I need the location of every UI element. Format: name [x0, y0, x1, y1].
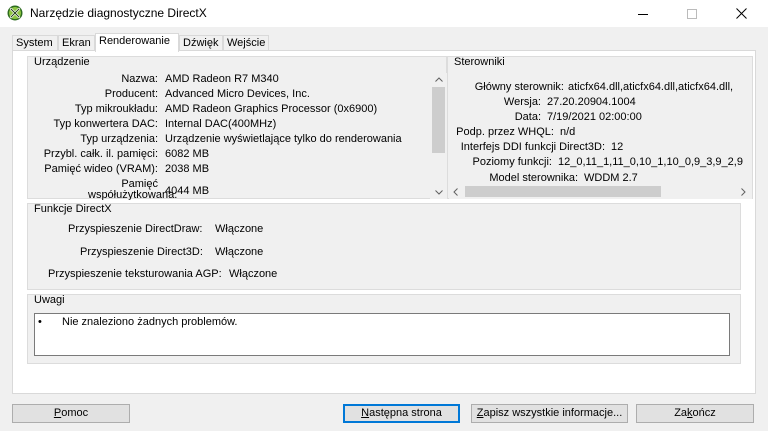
device-row: Producent: Advanced Micro Devices, Inc. — [104, 88, 310, 100]
driver-row: Podp. przez WHQL: n/d — [456, 126, 576, 138]
device-row: Typ konwertera DAC: Internal DAC(400MHz) — [53, 118, 277, 130]
dxdiag-window: Narzędzie diagnostyczne DirectX System E… — [0, 0, 768, 431]
device-list: Nazwa: AMD Radeon R7 M340 Producent: Adv… — [28, 73, 430, 200]
scroll-up-icon[interactable] — [431, 73, 446, 86]
maximize-button[interactable] — [669, 0, 715, 27]
drivers-list: Główny sterownik: aticfx64.dll,aticfx64.… — [448, 81, 752, 191]
minimize-button[interactable] — [620, 0, 666, 27]
device-group: Urządzenie Nazwa: AMD Radeon R7 M340 Pro… — [27, 56, 447, 200]
driver-row: Wersja: 27.20.20904.1004 — [503, 96, 636, 108]
driver-row: Poziomy funkcji: 12_0,11_1,11_0,10_1,10_… — [472, 156, 743, 168]
device-group-title: Urządzenie — [34, 56, 90, 68]
title-bar[interactable]: Narzędzie diagnostyczne DirectX — [0, 0, 768, 27]
drivers-hscrollbar[interactable] — [449, 184, 752, 199]
exit-button-label: Zakończ — [674, 407, 716, 419]
device-row: Przybl. całk. il. pamięci: 6082 MB — [43, 148, 210, 160]
bullet-icon: • — [38, 316, 42, 328]
close-icon — [735, 8, 747, 19]
directx-features-group: Funkcje DirectX Przyspieszenie DirectDra… — [27, 203, 741, 290]
maximize-icon — [687, 8, 697, 19]
directx-x-icon — [7, 5, 23, 21]
tab-system[interactable]: System — [12, 35, 58, 51]
device-row: Typ urządzenia: Urządzenie wyświetlające… — [80, 133, 402, 145]
scroll-left-icon[interactable] — [449, 185, 462, 198]
help-button[interactable]: Pomoc — [12, 404, 130, 423]
device-row: Pamięć współużytkowana: 4044 MB — [88, 178, 210, 201]
scroll-right-icon[interactable] — [737, 185, 750, 198]
device-scroll-thumb[interactable] — [432, 87, 445, 153]
tab-wejscie[interactable]: Wejście — [223, 35, 269, 51]
directx-group-title: Funkcje DirectX — [34, 203, 112, 215]
device-row: Typ mikroukładu: AMD Radeon Graphics Pro… — [74, 103, 378, 115]
scroll-down-icon[interactable] — [431, 186, 446, 199]
close-button[interactable] — [718, 0, 764, 27]
drivers-scroll-thumb[interactable] — [465, 186, 661, 197]
save-all-info-button-label: Zapisz wszystkie informacje... — [476, 407, 623, 419]
tab-ekran[interactable]: Ekran — [58, 35, 95, 51]
notes-textarea[interactable]: • Nie znaleziono żadnych problemów. — [34, 313, 730, 356]
device-row: Nazwa: AMD Radeon R7 M340 — [121, 73, 279, 85]
save-all-info-button[interactable]: Zapisz wszystkie informacje... — [471, 404, 628, 423]
minimize-icon — [638, 13, 648, 15]
driver-row: Główny sterownik: aticfx64.dll,aticfx64.… — [474, 81, 734, 93]
driver-row: Interfejs DDI funkcji Direct3D: 12 — [460, 141, 624, 153]
agp-value: Włączone — [229, 268, 278, 280]
window-title: Narzędzie diagnostyczne DirectX — [30, 6, 207, 20]
help-button-label: Pomoc — [53, 407, 89, 419]
direct3d-label: Przyspieszenie Direct3D: — [80, 246, 203, 258]
direct3d-value: Włączone — [215, 246, 264, 258]
next-page-button-label: Następna strona — [361, 407, 442, 419]
driver-row: Data: 7/19/2021 02:00:00 — [514, 111, 642, 123]
next-page-button[interactable]: Następna strona — [343, 404, 460, 423]
device-row: Pamięć wideo (VRAM): 2038 MB — [44, 163, 210, 175]
device-vscrollbar[interactable] — [430, 73, 447, 199]
directdraw-label: Przyspieszenie DirectDraw: — [68, 223, 203, 235]
tab-renderowanie[interactable]: Renderowanie — [95, 33, 179, 52]
directdraw-value: Włączone — [215, 223, 264, 235]
exit-button[interactable]: Zakończ — [636, 404, 754, 423]
notes-group-title: Uwagi — [34, 294, 65, 306]
drivers-group: Sterowniki Główny sterownik: aticfx64.dl… — [447, 56, 753, 199]
tab-dzwiek[interactable]: Dźwięk — [179, 35, 223, 51]
drivers-group-title: Sterowniki — [454, 56, 505, 68]
notes-item: Nie znaleziono żadnych problemów. — [62, 316, 238, 328]
agp-label: Przyspieszenie teksturowania AGP: — [48, 268, 222, 280]
